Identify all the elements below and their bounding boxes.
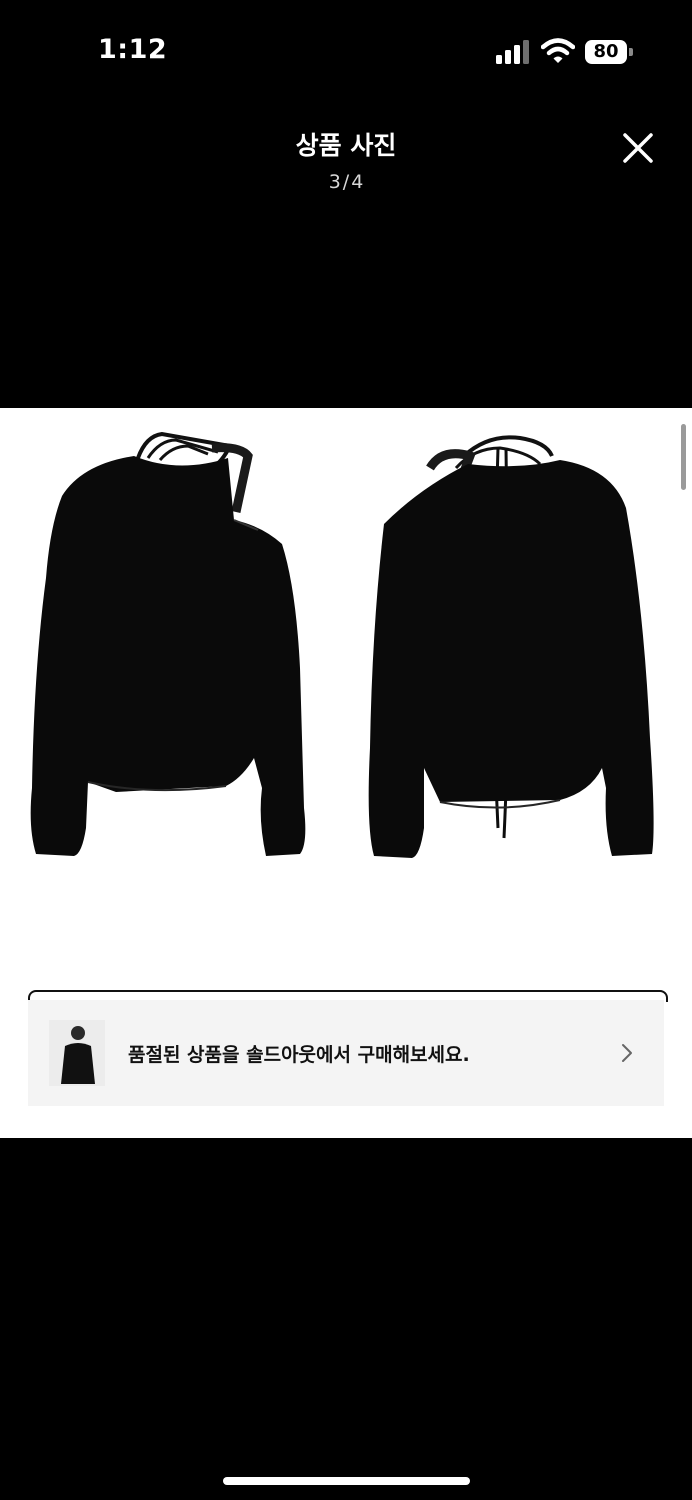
product-photo[interactable] <box>0 408 692 968</box>
photo-counter-current: 3 <box>328 171 341 193</box>
soldout-banner[interactable]: 품절된 상품을 솔드아웃에서 구매해보세요. <box>28 1000 664 1106</box>
battery-level: 80 <box>593 41 619 62</box>
product-photo-stage[interactable]: 품절된 상품을 솔드아웃에서 구매해보세요. <box>0 408 692 1138</box>
chevron-right-icon <box>622 1044 632 1062</box>
soldout-banner-text: 품절된 상품을 솔드아웃에서 구매해보세요. <box>128 1044 470 1066</box>
page-title: 상품 사진 <box>295 131 397 160</box>
sweatshirt-back-image <box>368 435 654 858</box>
battery-cap <box>629 48 633 56</box>
scrollbar[interactable] <box>681 424 686 490</box>
close-icon[interactable] <box>616 126 660 170</box>
status-time: 1:12 <box>98 34 168 65</box>
home-indicator[interactable] <box>223 1477 470 1485</box>
photo-counter-total: 4 <box>351 171 364 193</box>
banner-product-thumbnail <box>49 1020 105 1086</box>
photo-counter: 3/4 <box>0 171 692 193</box>
cellular-signal-icon <box>496 40 529 64</box>
photo-stage-bottom <box>0 1126 692 1138</box>
battery-indicator: 80 <box>585 40 633 64</box>
wifi-icon <box>541 38 575 63</box>
photo-viewer-header: 상품 사진 3/4 <box>0 110 692 200</box>
sweatshirt-front-image <box>30 431 306 856</box>
photo-counter-separator: / <box>342 171 350 193</box>
status-bar: 1:12 80 <box>0 0 692 100</box>
